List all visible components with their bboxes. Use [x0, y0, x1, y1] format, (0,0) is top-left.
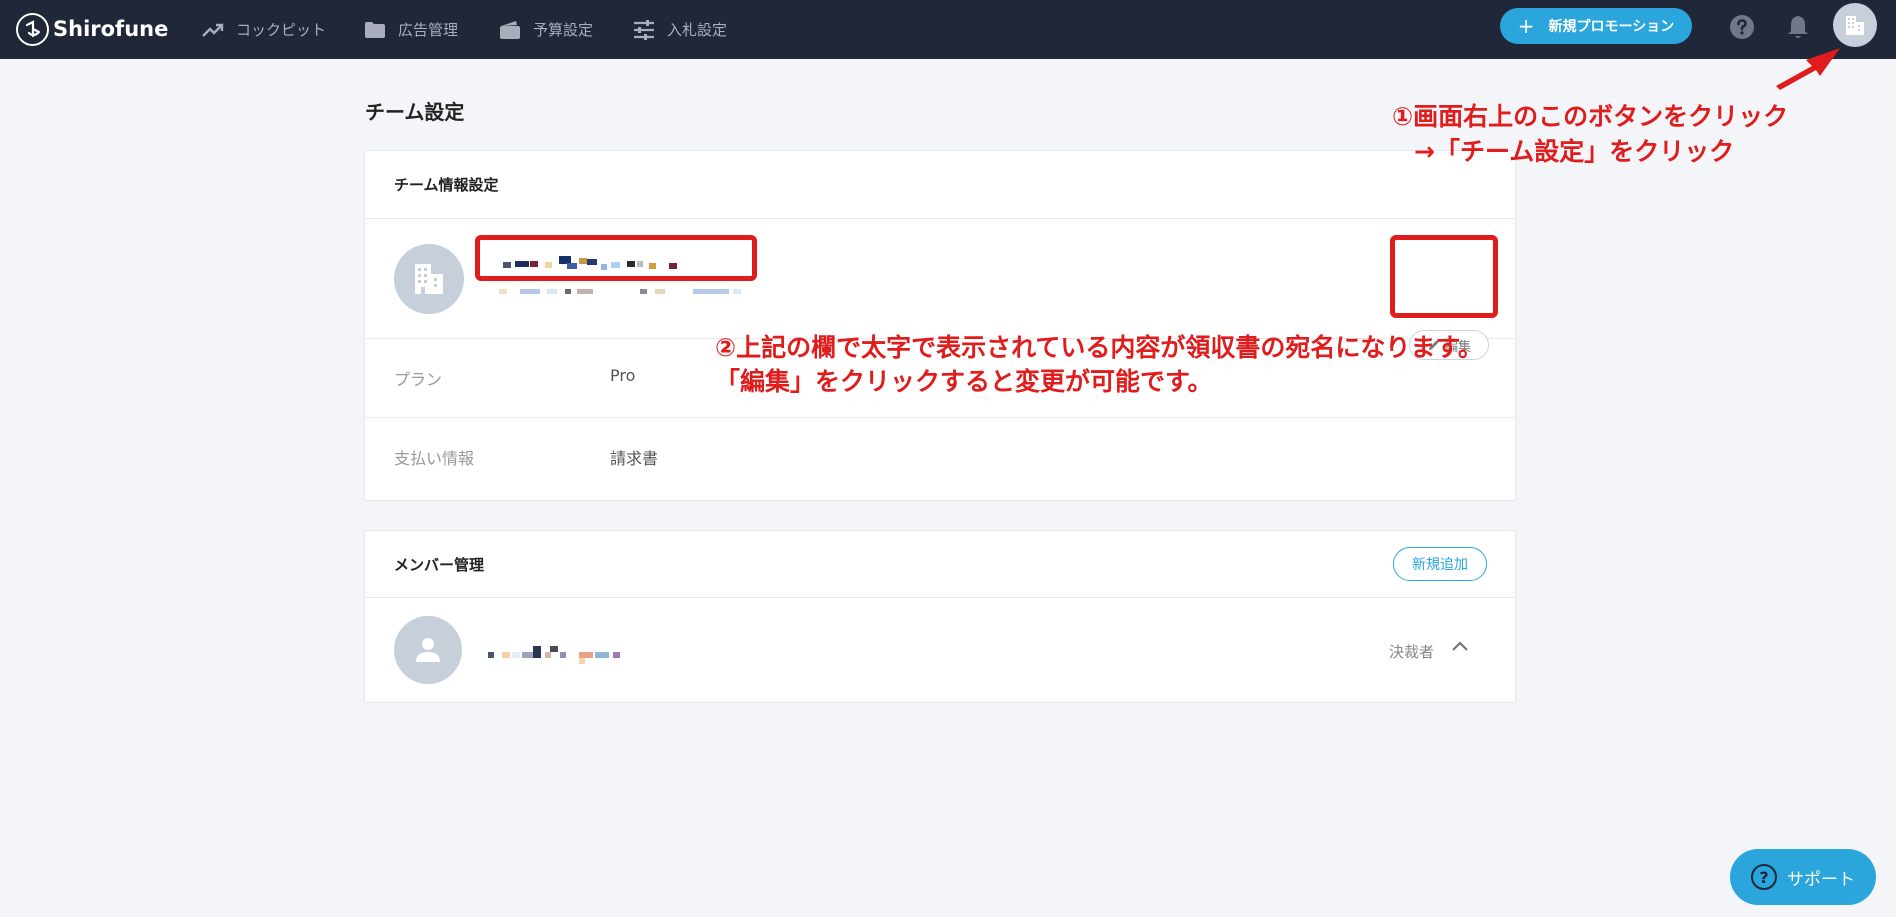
annotation-box-team-name	[475, 235, 757, 281]
nav-bid-settings[interactable]: 入札設定	[633, 0, 727, 59]
team-info-header: チーム情報設定	[365, 151, 1515, 219]
team-info-card: チーム情報設定 編集 プラン Pro 支払い情報 請求書	[364, 150, 1516, 501]
nav-ad-management-label: 広告管理	[398, 21, 459, 39]
chevron-up-icon[interactable]	[1451, 640, 1469, 652]
wallet-icon	[500, 20, 520, 39]
member-management-title: メンバー管理	[394, 556, 485, 574]
help-button[interactable]	[1727, 12, 1757, 42]
team-avatar-button[interactable]	[1833, 3, 1877, 47]
annotation-step1-line1: ①画面右上のこのボタンをクリック	[1392, 102, 1789, 131]
page-title: チーム設定	[365, 100, 465, 124]
bell-icon	[1788, 16, 1808, 38]
question-icon: ?	[1751, 864, 1777, 890]
annotation-step1-line2: →「チーム設定」をクリック	[1414, 137, 1735, 166]
nav-cockpit-label: コックピット	[236, 21, 327, 39]
person-icon	[416, 638, 440, 662]
support-label: サポート	[1787, 869, 1855, 890]
annotation-step2-line1: ②上記の欄で太字で表示されている内容が領収書の宛名になります。	[715, 333, 1483, 362]
building-icon	[415, 264, 443, 294]
add-member-button[interactable]: 新規追加	[1393, 547, 1487, 581]
plan-value: Pro	[610, 366, 636, 385]
member-row[interactable]: 決裁者	[365, 598, 1515, 703]
logo-mark-icon	[16, 12, 49, 46]
sliders-icon	[634, 19, 654, 40]
member-avatar	[394, 616, 462, 684]
nav-budget-settings[interactable]: 予算設定	[499, 0, 593, 59]
member-management-card: メンバー管理 新規追加 決裁者	[364, 530, 1516, 703]
support-button[interactable]: ? サポート	[1730, 849, 1876, 905]
new-promotion-label: 新規プロモーション	[1548, 19, 1675, 35]
nav-bid-settings-label: 入札設定	[667, 21, 728, 39]
notifications-button[interactable]	[1783, 12, 1813, 42]
payment-row: 支払い情報 請求書	[365, 418, 1515, 501]
trend-icon	[202, 23, 224, 37]
annotation-arrow	[1776, 48, 1840, 90]
nav-ad-management[interactable]: 広告管理	[364, 0, 458, 59]
nav-budget-settings-label: 予算設定	[533, 21, 594, 39]
help-icon	[1730, 15, 1754, 39]
team-avatar	[394, 244, 464, 314]
member-management-header: メンバー管理 新規追加	[365, 531, 1515, 598]
logo-text: Shirofune	[53, 17, 169, 41]
payment-label: 支払い情報	[394, 449, 475, 468]
annotation-box-edit-button	[1390, 235, 1498, 318]
top-navigation-bar: Shirofune コックピット 広告管理 予算設定 入札設定 + 新規プロモー…	[0, 0, 1896, 59]
nav-cockpit[interactable]: コックピット	[202, 0, 326, 59]
payment-value: 請求書	[610, 449, 659, 468]
member-role: 決裁者	[1389, 643, 1435, 661]
folder-icon	[365, 21, 385, 38]
plan-label: プラン	[394, 370, 443, 389]
new-promotion-button[interactable]: + 新規プロモーション	[1500, 8, 1692, 44]
plus-icon: +	[1517, 14, 1535, 38]
annotation-step2-line2: 「編集」をクリックすると変更が可能です。	[715, 367, 1213, 396]
shirofune-logo[interactable]: Shirofune	[16, 11, 168, 47]
building-avatar-icon	[1846, 16, 1864, 35]
team-info-title: チーム情報設定	[394, 176, 499, 194]
